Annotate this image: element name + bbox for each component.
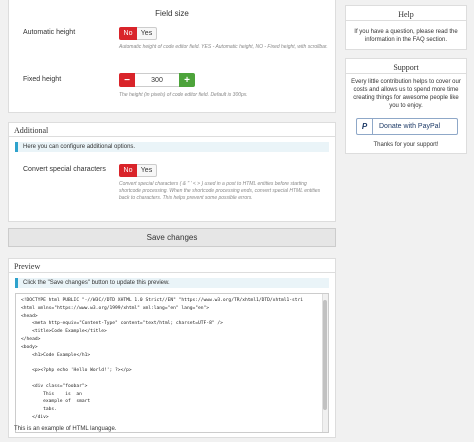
automatic-height-no-button[interactable]: No (119, 27, 137, 40)
convert-special-characters-label: Convert special characters (23, 166, 106, 173)
support-thanks: Thanks for your support! (373, 142, 439, 148)
automatic-height-label: Automatic height (23, 29, 76, 36)
code-preview-box[interactable]: <!DOCTYPE html PUBLIC "-//W3C//DTD XHTML… (15, 293, 329, 433)
help-text: If you have a question, please read the … (354, 29, 458, 43)
preview-caption: This is an example of HTML language. (14, 426, 117, 432)
additional-notice: Here you can configure additional option… (15, 142, 329, 152)
field-size-heading: Field size (155, 9, 189, 18)
additional-title-bar: Additional (9, 123, 335, 137)
code-preview: <!DOCTYPE html PUBLIC "-//W3C//DTD XHTML… (21, 298, 304, 420)
paypal-button-label: Donate with PayPal (379, 123, 441, 130)
support-title: Support (346, 59, 466, 74)
fixed-height-label: Fixed height (23, 76, 62, 83)
preview-panel: Preview Click the "Save changes" button … (8, 258, 336, 438)
preview-title-bar: Preview (9, 259, 335, 273)
field-size-panel: Field size Automatic height No Yes Autom… (8, 0, 336, 113)
automatic-height-yes-button[interactable]: Yes (137, 27, 157, 40)
convert-yes-button[interactable]: Yes (137, 164, 157, 177)
support-box: Support Every little contribution helps … (345, 58, 467, 154)
donate-paypal-button[interactable]: P Donate with PayPal (356, 118, 458, 135)
save-changes-button[interactable]: Save changes (8, 228, 336, 247)
convert-no-button[interactable]: No (119, 164, 137, 177)
automatic-height-help: Automatic height of code editor field. Y… (119, 44, 328, 50)
help-box: Help If you have a question, please read… (345, 5, 467, 50)
fixed-height-help: The height (in pixels) of code editor fi… (119, 92, 248, 98)
additional-panel: Additional Here you can configure additi… (8, 122, 336, 222)
help-title: Help (346, 6, 466, 21)
fixed-height-input[interactable] (135, 73, 179, 87)
paypal-icon: P (357, 119, 373, 134)
code-scrollbar-thumb[interactable] (323, 300, 327, 410)
additional-title: Additional (14, 126, 49, 135)
decrement-button[interactable]: − (119, 73, 135, 87)
preview-title: Preview (14, 262, 41, 271)
code-scrollbar[interactable] (322, 294, 328, 432)
support-text: Every little contribution helps to cover… (351, 79, 461, 109)
preview-notice: Click the "Save changes" button to updat… (15, 278, 329, 288)
increment-button[interactable]: + (179, 73, 195, 87)
fixed-height-stepper: − + (119, 73, 195, 87)
convert-special-characters-help: Convert special characters ( & " ' < > )… (119, 181, 321, 201)
automatic-height-toggle: No Yes (119, 27, 157, 40)
convert-special-characters-toggle: No Yes (119, 164, 157, 177)
